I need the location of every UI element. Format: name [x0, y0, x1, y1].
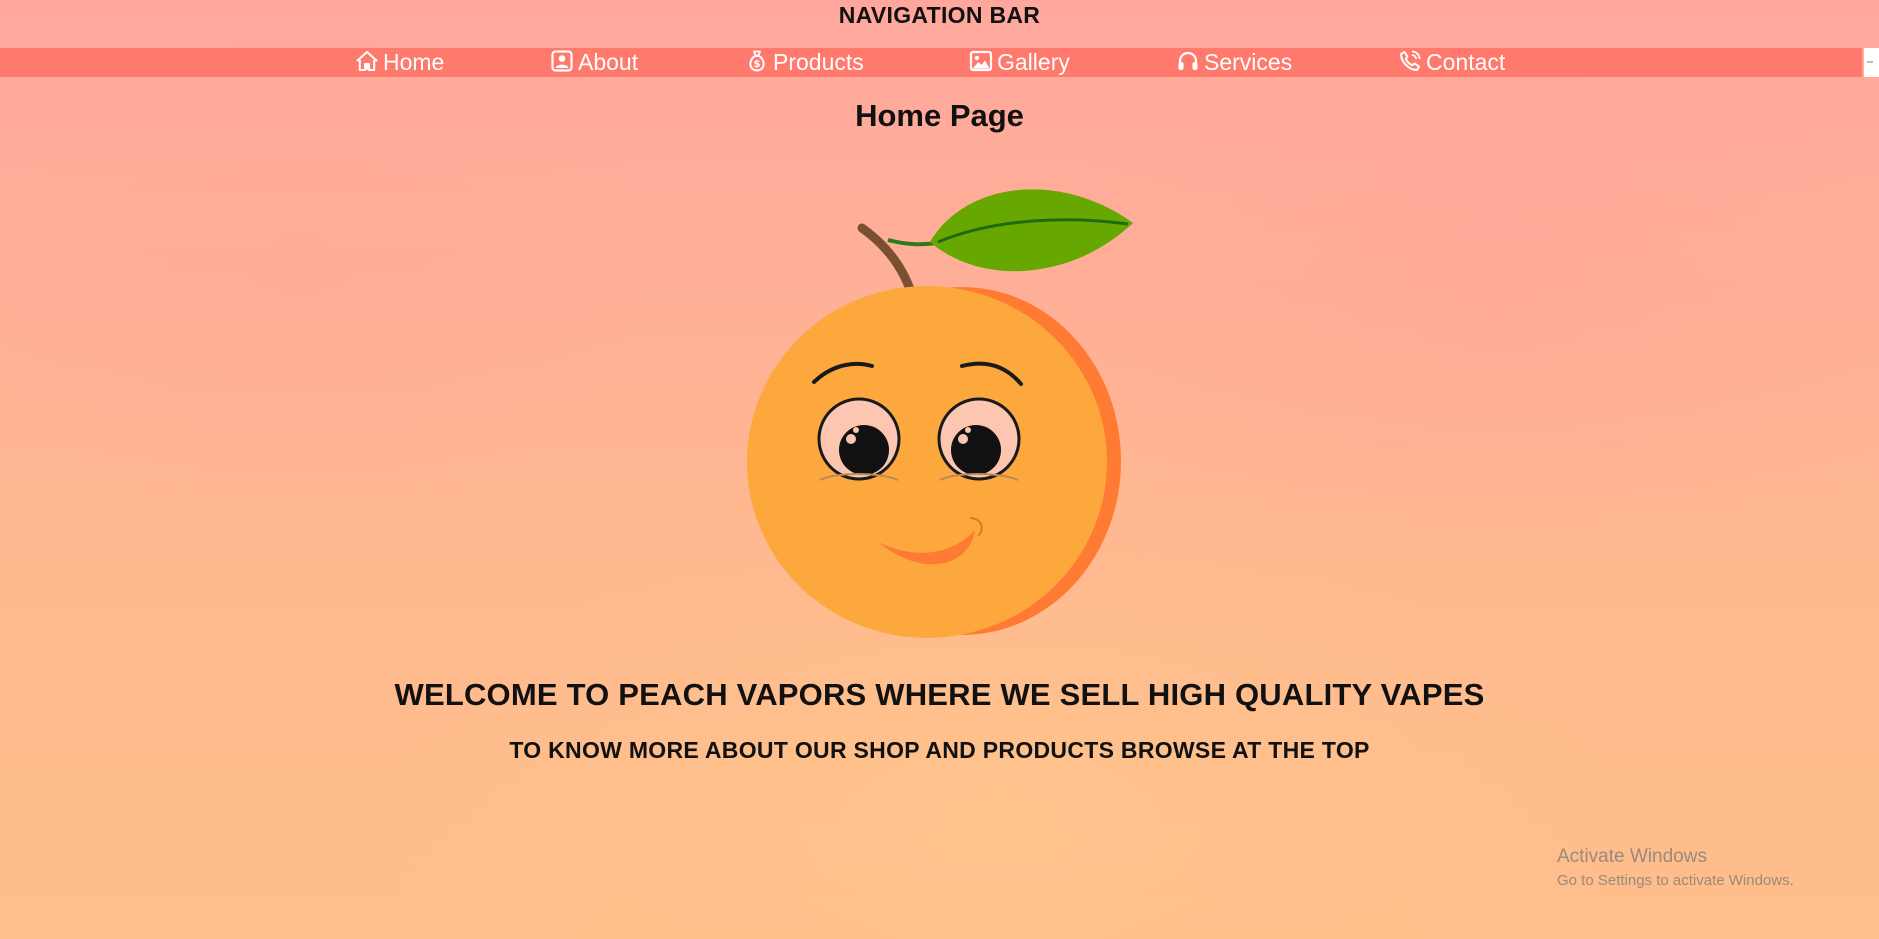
welcome-heading: WELCOME TO PEACH VAPORS WHERE WE SELL HI… [394, 677, 1485, 712]
watermark-line-1: Activate Windows [1557, 846, 1707, 867]
nav-item-label: Contact [1426, 49, 1506, 75]
phone-icon [1400, 50, 1421, 71]
user-card-icon [551, 49, 573, 72]
watermark-line-2: Go to Settings to activate Windows. [1557, 872, 1794, 889]
image-icon [969, 50, 993, 71]
nav-item-contact[interactable]: Contact [1398, 48, 1505, 77]
nav-item-about[interactable]: About [550, 48, 638, 77]
nav-item-label: Services [1204, 49, 1293, 75]
nav-item-services[interactable]: Services [1176, 48, 1292, 77]
money-bag-icon: $ [749, 50, 765, 71]
nav-item-label: Products [773, 49, 864, 75]
nav-item-products[interactable]: $ Products [745, 48, 864, 77]
nav-item-home[interactable]: Home [355, 48, 444, 77]
nav-item-gallery[interactable]: Gallery [969, 48, 1070, 77]
peach-mascot-image [747, 189, 1133, 638]
nav-item-label: Home [383, 49, 445, 75]
navbar: Home About $ Products Gallery Services C… [0, 48, 1862, 77]
navbar-scroll-stub[interactable] [1864, 48, 1879, 77]
svg-text:$: $ [754, 59, 761, 70]
home-icon [356, 50, 378, 71]
nav-item-label: About [578, 49, 639, 75]
nav-item-label: Gallery [997, 49, 1070, 75]
page-title: Home Page [855, 98, 1024, 133]
welcome-subtext: TO KNOW MORE ABOUT OUR SHOP AND PRODUCTS… [509, 737, 1370, 763]
navigation-bar-heading: NAVIGATION BAR [838, 2, 1041, 28]
activate-windows-watermark: Activate Windows Go to Settings to activ… [1557, 846, 1794, 889]
headphones-icon [1178, 51, 1198, 70]
